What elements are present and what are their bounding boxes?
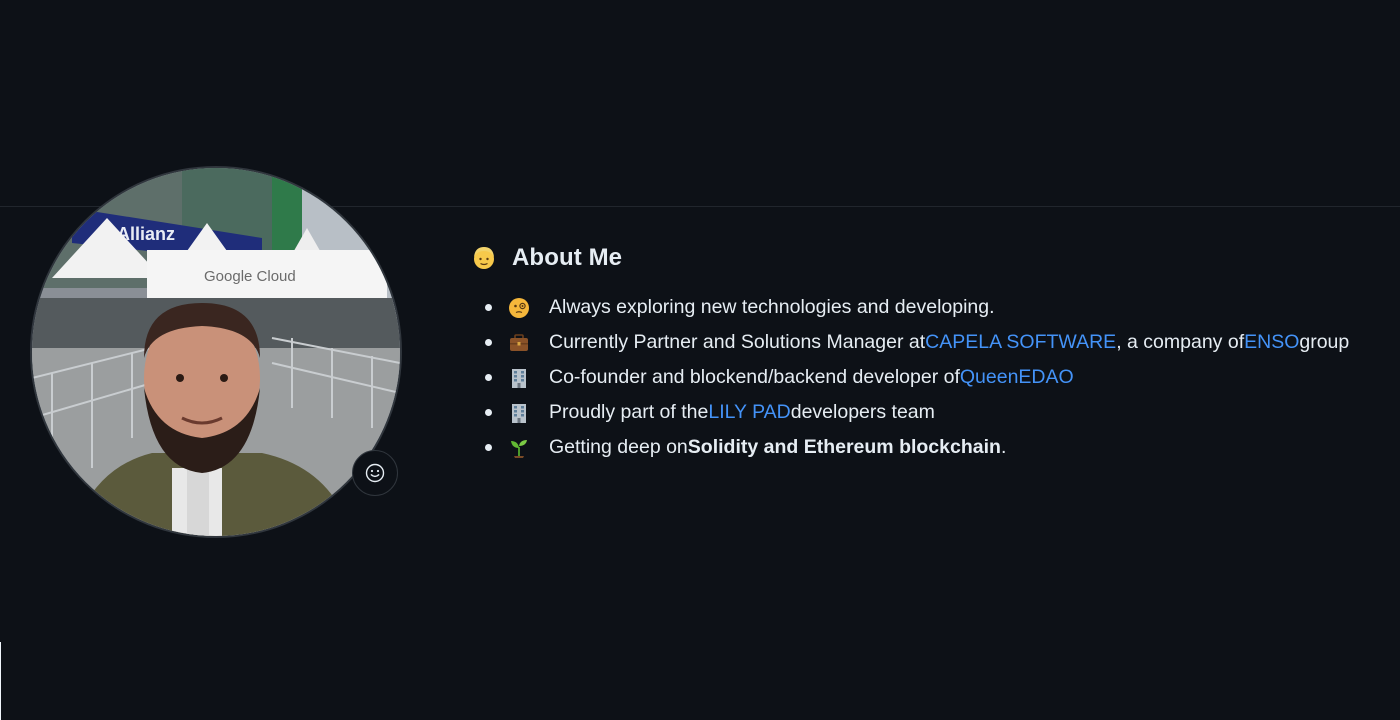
profile-page: Allianz Google Cloud About Me Always exp… xyxy=(0,0,1400,720)
office-building-emoji-icon xyxy=(508,402,530,424)
left-edge-line xyxy=(0,642,1,720)
bullet xyxy=(485,444,492,451)
seedling-emoji-icon xyxy=(508,437,530,459)
briefcase-emoji-icon xyxy=(508,332,530,354)
capela-software-link[interactable]: CAPELA SOFTWARE xyxy=(925,331,1116,354)
queenedao-link[interactable]: QueenEDAO xyxy=(960,366,1074,389)
enso-link[interactable]: ENSO xyxy=(1244,331,1299,354)
about-me-section: About Me Always exploring new technologi… xyxy=(470,240,1380,465)
item-text-after: group xyxy=(1299,331,1350,353)
list-item: Co-founder and blockend/backend develope… xyxy=(470,360,1380,395)
item-text-middle: , a company of xyxy=(1116,331,1245,353)
bullet xyxy=(485,409,492,416)
about-me-heading: About Me xyxy=(470,240,1380,276)
item-text-after: . xyxy=(1000,436,1007,458)
bullet xyxy=(485,339,492,346)
about-list: Always exploring new technologies and de… xyxy=(470,290,1380,465)
item-text-before: Co-founder and blockend/backend develope… xyxy=(549,366,960,388)
item-text-before: Proudly part of the xyxy=(549,401,709,423)
bullet xyxy=(485,374,492,381)
face-with-monocle-emoji-icon xyxy=(508,297,530,319)
item-text-before: Getting deep on xyxy=(549,436,688,458)
office-building-emoji-icon xyxy=(508,367,530,389)
set-status-button[interactable] xyxy=(352,450,398,496)
item-text-before: Currently Partner and Solutions Manager … xyxy=(549,331,926,353)
smiley-icon xyxy=(365,463,385,483)
list-item: Proudly part of the LILY PAD developers … xyxy=(470,395,1380,430)
item-text-after: developers team xyxy=(790,401,935,423)
avatar[interactable]: Allianz Google Cloud xyxy=(30,166,402,538)
avatar-photo: Allianz Google Cloud xyxy=(32,168,400,536)
bullet xyxy=(485,304,492,311)
item-text: Always exploring new technologies and de… xyxy=(549,296,995,318)
about-me-title: About Me xyxy=(512,244,623,271)
avatar-sign-text: Google Cloud xyxy=(204,268,296,285)
list-item: Getting deep on Solidity and Ethereum bl… xyxy=(470,430,1380,465)
list-item: Currently Partner and Solutions Manager … xyxy=(470,325,1380,360)
list-item: Always exploring new technologies and de… xyxy=(470,290,1380,325)
item-text-bold: Solidity and Ethereum blockchain xyxy=(687,436,1001,458)
person-emoji-icon xyxy=(470,244,498,272)
lily-pad-link[interactable]: LILY PAD xyxy=(708,401,790,424)
